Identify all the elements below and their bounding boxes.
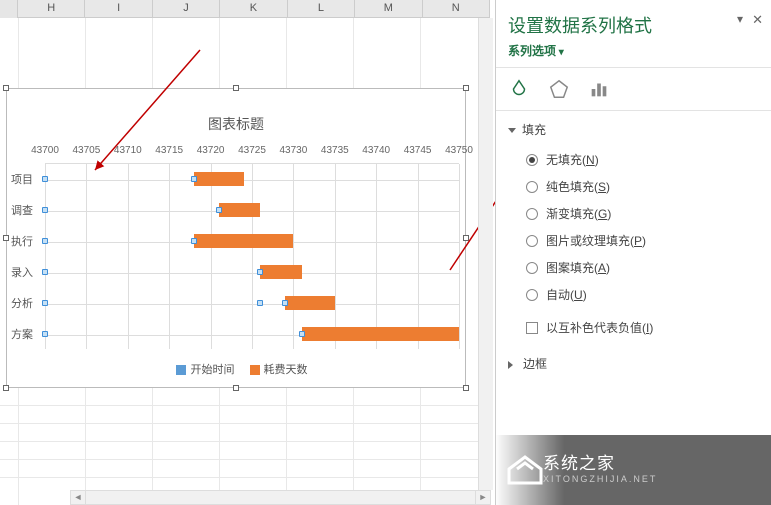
col-header[interactable]: N [423,0,490,17]
pane-icon-tabs [496,68,771,110]
resize-handle[interactable] [463,85,469,91]
legend-label: 开始时间 [190,364,234,376]
resize-handle[interactable] [3,235,9,241]
watermark-text: 系统之家 [543,449,761,474]
chart-bar-row[interactable] [45,226,459,257]
x-tick: 43730 [279,145,307,156]
resize-handle[interactable] [233,85,239,91]
col-header[interactable]: I [85,0,152,17]
fill-auto-radio[interactable]: 自动(U) [526,281,759,308]
y-category: 执行 [11,233,33,249]
chart-bar-row[interactable] [45,319,459,350]
chart-y-axis[interactable]: 项目 调查 执行 录入 分析 方案 [11,163,41,349]
x-tick: 43700 [31,145,59,156]
pane-title: 设置数据系列格式 [496,0,771,42]
annotation-arrow [80,40,210,180]
border-section: 边框 [496,345,771,382]
resize-handle[interactable] [3,85,9,91]
chart-title[interactable]: 图表标题 [7,114,465,134]
x-tick: 43735 [321,145,349,156]
fill-gradient-radio[interactable]: 渐变填充(G) [526,200,759,227]
col-header[interactable]: K [220,0,287,17]
chart-bar-row[interactable] [45,257,459,288]
column-headers: H I J K L M N [0,0,490,18]
select-all-corner[interactable] [0,0,18,18]
chart-bar-row[interactable] [45,288,459,319]
x-tick: 43745 [404,145,432,156]
close-icon[interactable]: ✕ [752,12,763,28]
fill-pattern-radio[interactable]: 图案填充(A) [526,254,759,281]
pane-options-icon[interactable]: ▾ [737,12,743,26]
horizontal-scrollbar[interactable]: ◄ ► [70,490,491,505]
col-header[interactable]: H [18,0,85,17]
legend-label: 耗费天数 [264,364,308,376]
pane-subtitle-dropdown[interactable]: 系列选项 [496,42,771,67]
y-category: 分析 [11,295,33,311]
resize-handle[interactable] [463,385,469,391]
col-header[interactable]: J [153,0,220,17]
x-tick: 43740 [362,145,390,156]
scroll-right-button[interactable]: ► [475,491,490,504]
y-category: 方案 [11,326,33,342]
fill-section-header[interactable]: 填充 [508,115,759,144]
watermark-logo-icon [505,447,545,487]
col-header[interactable]: M [355,0,422,17]
y-category: 项目 [11,171,33,187]
legend-swatch [250,365,260,375]
chart-object[interactable]: 图表标题 43700 43705 43710 43715 43720 43725… [6,88,466,388]
y-category: 调查 [11,202,33,218]
scroll-left-button[interactable]: ◄ [71,491,86,504]
chart-bar-row[interactable] [45,195,459,226]
border-section-header[interactable]: 边框 [508,349,759,378]
fill-none-radio[interactable]: 无填充(N) [526,146,759,173]
chart-legend[interactable]: 开始时间 耗费天数 [7,361,465,377]
resize-handle[interactable] [233,385,239,391]
invert-negative-checkbox[interactable]: 以互补色代表负值(I) [508,314,759,341]
resize-handle[interactable] [3,385,9,391]
col-header[interactable]: L [288,0,355,17]
worksheet-grid-below[interactable] [0,393,490,505]
watermark-url: XITONGZHIJIA.NET [543,474,761,484]
fill-section: 填充 无填充(N) 纯色填充(S) 渐变填充(G) 图片或纹理填充(P) 图案填… [496,111,771,345]
fill-solid-radio[interactable]: 纯色填充(S) [526,173,759,200]
chart-plot-area[interactable] [45,163,459,349]
fill-picture-radio[interactable]: 图片或纹理填充(P) [526,227,759,254]
legend-swatch [176,365,186,375]
y-category: 录入 [11,264,33,280]
fill-line-tab-icon[interactable] [508,78,530,100]
x-tick: 43725 [238,145,266,156]
format-pane: ▾ ✕ 设置数据系列格式 系列选项 填充 无填充(N) 纯色填充(S) 渐变填充… [495,0,771,505]
series-options-tab-icon[interactable] [588,78,610,100]
watermark: 系统之家 XITONGZHIJIA.NET [495,435,771,505]
vertical-scrollbar[interactable] [478,18,493,490]
effects-tab-icon[interactable] [548,78,570,100]
